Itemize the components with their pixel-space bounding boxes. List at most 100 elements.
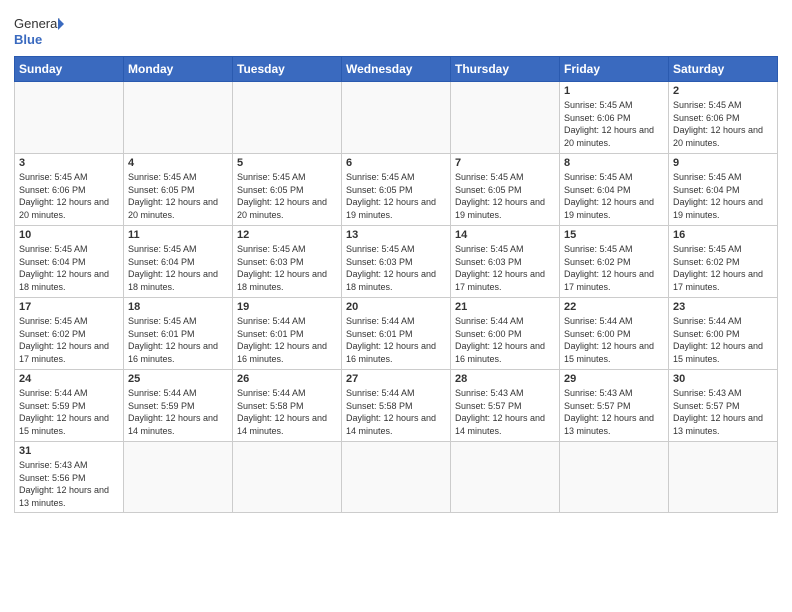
day-number: 5 (237, 157, 337, 169)
day-info: Sunrise: 5:43 AM Sunset: 5:57 PM Dayligh… (564, 387, 664, 437)
calendar-cell: 20 Sunrise: 5:44 AM Sunset: 6:01 PM Dayli… (342, 298, 451, 370)
day-info: Sunrise: 5:45 AM Sunset: 6:04 PM Dayligh… (564, 171, 664, 221)
day-number: 23 (673, 301, 773, 313)
day-info: Sunrise: 5:45 AM Sunset: 6:01 PM Dayligh… (128, 315, 228, 365)
calendar-cell: 21Sunrise: 5:44 AM Sunset: 6:00 PM Dayli… (451, 298, 560, 370)
calendar-cell: 29 Sunrise: 5:43 AM Sunset: 5:57 PM Dayli… (560, 370, 669, 442)
calendar-cell: 4Sunrise: 5:45 AM Sunset: 6:05 PM Daylig… (124, 154, 233, 226)
calendar-cell: 18 Sunrise: 5:45 AM Sunset: 6:01 PM Dayli… (124, 298, 233, 370)
week-row-2: 3Sunrise: 5:45 AM Sunset: 6:06 PM Daylig… (15, 154, 778, 226)
day-info: Sunrise: 5:45 AM Sunset: 6:02 PM Dayligh… (673, 243, 773, 293)
day-number: 28 (455, 373, 555, 385)
calendar-cell (233, 442, 342, 513)
calendar-cell: 3Sunrise: 5:45 AM Sunset: 6:06 PM Daylig… (15, 154, 124, 226)
calendar-cell: 30Sunrise: 5:43 AM Sunset: 5:57 PM Dayli… (669, 370, 778, 442)
calendar-cell: 15 Sunrise: 5:45 AM Sunset: 6:02 PM Dayli… (560, 226, 669, 298)
calendar-cell (342, 82, 451, 154)
day-number: 15 (564, 229, 664, 241)
calendar-cell: 25 Sunrise: 5:44 AM Sunset: 5:59 PM Dayli… (124, 370, 233, 442)
day-number: 10 (19, 229, 119, 241)
weekday-header-sunday: Sunday (15, 57, 124, 82)
calendar-cell: 7Sunrise: 5:45 AM Sunset: 6:05 PM Daylig… (451, 154, 560, 226)
week-row-6: 31Sunrise: 5:43 AM Sunset: 5:56 PM Dayli… (15, 442, 778, 513)
calendar-cell (124, 442, 233, 513)
header: General Blue (14, 10, 778, 50)
day-info: Sunrise: 5:45 AM Sunset: 6:06 PM Dayligh… (673, 99, 773, 149)
calendar-cell (233, 82, 342, 154)
day-number: 12 (237, 229, 337, 241)
calendar-cell (451, 442, 560, 513)
calendar-cell: 23 Sunrise: 5:44 AM Sunset: 6:00 PM Dayli… (669, 298, 778, 370)
day-info: Sunrise: 5:44 AM Sunset: 6:00 PM Dayligh… (673, 315, 773, 365)
day-info: Sunrise: 5:45 AM Sunset: 6:04 PM Dayligh… (128, 243, 228, 293)
calendar-cell: 1 Sunrise: 5:45 AM Sunset: 6:06 PM Daylig… (560, 82, 669, 154)
week-row-5: 24 Sunrise: 5:44 AM Sunset: 5:59 PM Dayli… (15, 370, 778, 442)
calendar-cell: 27Sunrise: 5:44 AM Sunset: 5:58 PM Dayli… (342, 370, 451, 442)
calendar-cell: 24Sunrise: 5:44 AM Sunset: 5:59 PM Dayli… (15, 370, 124, 442)
day-number: 19 (237, 301, 337, 313)
calendar-cell: 12 Sunrise: 5:45 AM Sunset: 6:03 PM Dayli… (233, 226, 342, 298)
day-info: Sunrise: 5:45 AM Sunset: 6:05 PM Dayligh… (237, 171, 337, 221)
calendar-cell: 31Sunrise: 5:43 AM Sunset: 5:56 PM Dayli… (15, 442, 124, 513)
calendar-cell (560, 442, 669, 513)
calendar-cell: 2 Sunrise: 5:45 AM Sunset: 6:06 PM Daylig… (669, 82, 778, 154)
day-info: Sunrise: 5:44 AM Sunset: 5:59 PM Dayligh… (128, 387, 228, 437)
calendar-cell: 6 Sunrise: 5:45 AM Sunset: 6:05 PM Daylig… (342, 154, 451, 226)
day-info: Sunrise: 5:43 AM Sunset: 5:57 PM Dayligh… (673, 387, 773, 437)
day-number: 13 (346, 229, 446, 241)
day-number: 20 (346, 301, 446, 313)
calendar-cell: 13 Sunrise: 5:45 AM Sunset: 6:03 PM Dayli… (342, 226, 451, 298)
day-number: 29 (564, 373, 664, 385)
day-info: Sunrise: 5:45 AM Sunset: 6:05 PM Dayligh… (346, 171, 446, 221)
day-number: 16 (673, 229, 773, 241)
calendar-cell: 8Sunrise: 5:45 AM Sunset: 6:04 PM Daylig… (560, 154, 669, 226)
weekday-header-monday: Monday (124, 57, 233, 82)
day-info: Sunrise: 5:45 AM Sunset: 6:03 PM Dayligh… (346, 243, 446, 293)
weekday-header-thursday: Thursday (451, 57, 560, 82)
weekday-header-wednesday: Wednesday (342, 57, 451, 82)
calendar-cell: 14 Sunrise: 5:45 AM Sunset: 6:03 PM Dayli… (451, 226, 560, 298)
day-info: Sunrise: 5:45 AM Sunset: 6:02 PM Dayligh… (19, 315, 119, 365)
day-number: 24 (19, 373, 119, 385)
calendar-cell (15, 82, 124, 154)
svg-text:General: General (14, 16, 60, 31)
day-number: 3 (19, 157, 119, 169)
day-info: Sunrise: 5:45 AM Sunset: 6:04 PM Dayligh… (673, 171, 773, 221)
week-row-3: 10 Sunrise: 5:45 AM Sunset: 6:04 PM Dayli… (15, 226, 778, 298)
calendar-cell (342, 442, 451, 513)
day-number: 25 (128, 373, 228, 385)
day-number: 6 (346, 157, 446, 169)
week-row-1: 1 Sunrise: 5:45 AM Sunset: 6:06 PM Daylig… (15, 82, 778, 154)
calendar-cell: 10 Sunrise: 5:45 AM Sunset: 6:04 PM Dayli… (15, 226, 124, 298)
weekday-header-friday: Friday (560, 57, 669, 82)
calendar-cell: 11Sunrise: 5:45 AM Sunset: 6:04 PM Dayli… (124, 226, 233, 298)
calendar-cell: 19 Sunrise: 5:44 AM Sunset: 6:01 PM Dayli… (233, 298, 342, 370)
day-info: Sunrise: 5:44 AM Sunset: 5:58 PM Dayligh… (237, 387, 337, 437)
day-info: Sunrise: 5:44 AM Sunset: 6:00 PM Dayligh… (455, 315, 555, 365)
day-info: Sunrise: 5:45 AM Sunset: 6:02 PM Dayligh… (564, 243, 664, 293)
day-number: 27 (346, 373, 446, 385)
calendar-cell: 9 Sunrise: 5:45 AM Sunset: 6:04 PM Daylig… (669, 154, 778, 226)
day-info: Sunrise: 5:45 AM Sunset: 6:03 PM Dayligh… (237, 243, 337, 293)
day-info: Sunrise: 5:45 AM Sunset: 6:06 PM Dayligh… (564, 99, 664, 149)
day-number: 14 (455, 229, 555, 241)
weekday-header-tuesday: Tuesday (233, 57, 342, 82)
calendar-cell: 17Sunrise: 5:45 AM Sunset: 6:02 PM Dayli… (15, 298, 124, 370)
day-info: Sunrise: 5:43 AM Sunset: 5:56 PM Dayligh… (19, 459, 119, 509)
day-info: Sunrise: 5:44 AM Sunset: 6:00 PM Dayligh… (564, 315, 664, 365)
generalblue-logo-icon: General Blue (14, 10, 64, 50)
day-info: Sunrise: 5:45 AM Sunset: 6:03 PM Dayligh… (455, 243, 555, 293)
day-info: Sunrise: 5:44 AM Sunset: 6:01 PM Dayligh… (237, 315, 337, 365)
calendar-cell (451, 82, 560, 154)
day-number: 1 (564, 85, 664, 97)
day-number: 2 (673, 85, 773, 97)
calendar-cell: 16 Sunrise: 5:45 AM Sunset: 6:02 PM Dayli… (669, 226, 778, 298)
day-number: 18 (128, 301, 228, 313)
calendar-cell: 28Sunrise: 5:43 AM Sunset: 5:57 PM Dayli… (451, 370, 560, 442)
weekday-header-row: SundayMondayTuesdayWednesdayThursdayFrid… (15, 57, 778, 82)
calendar-cell: 26Sunrise: 5:44 AM Sunset: 5:58 PM Dayli… (233, 370, 342, 442)
day-number: 9 (673, 157, 773, 169)
day-info: Sunrise: 5:45 AM Sunset: 6:04 PM Dayligh… (19, 243, 119, 293)
day-info: Sunrise: 5:44 AM Sunset: 6:01 PM Dayligh… (346, 315, 446, 365)
calendar-cell (124, 82, 233, 154)
